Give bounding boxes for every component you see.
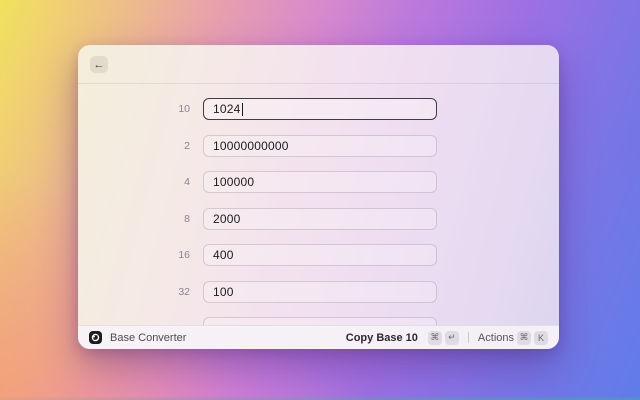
row-base-8: 8 2000 bbox=[78, 208, 559, 230]
base-16-label: 16 bbox=[78, 249, 190, 261]
base-16-input[interactable]: 400 bbox=[203, 244, 437, 266]
titlebar: ← bbox=[78, 45, 559, 84]
footer-divider bbox=[468, 332, 469, 343]
base-10-label: 10 bbox=[78, 103, 190, 115]
return-key-icon: ↵ bbox=[445, 331, 459, 345]
base-32-input[interactable]: 100 bbox=[203, 281, 437, 303]
back-button[interactable]: ← bbox=[90, 56, 108, 73]
row-base-10: 10 1024 bbox=[78, 98, 559, 120]
cmd-key-icon: ⌘ bbox=[428, 331, 442, 345]
app-name: Base Converter bbox=[110, 332, 186, 344]
base-2-value: 10000000000 bbox=[213, 139, 289, 153]
base-converter-window: ← 10 1024 2 10000000000 4 100000 8 2000 bbox=[78, 45, 559, 349]
base-4-label: 4 bbox=[78, 176, 190, 188]
partial-input[interactable] bbox=[203, 317, 437, 325]
base-32-label: 32 bbox=[78, 286, 190, 298]
base-16-value: 400 bbox=[213, 248, 234, 262]
cmd-key-icon: ⌘ bbox=[517, 331, 531, 345]
base-32-value: 100 bbox=[213, 285, 234, 299]
base-2-label: 2 bbox=[78, 140, 190, 152]
row-base-32: 32 100 bbox=[78, 281, 559, 303]
conversion-list: 10 1024 2 10000000000 4 100000 8 2000 16 bbox=[78, 85, 559, 325]
action-bar: Base Converter Copy Base 10 ⌘ ↵ Actions … bbox=[78, 325, 559, 349]
row-base-2: 2 10000000000 bbox=[78, 135, 559, 157]
base-8-input[interactable]: 2000 bbox=[203, 208, 437, 230]
base-8-label: 8 bbox=[78, 213, 190, 225]
row-partial bbox=[78, 317, 559, 325]
base-2-input[interactable]: 10000000000 bbox=[203, 135, 437, 157]
row-base-4: 4 100000 bbox=[78, 171, 559, 193]
copy-base-10-button[interactable]: Copy Base 10 bbox=[346, 332, 418, 344]
base-10-value: 1024 bbox=[213, 102, 241, 116]
base-converter-icon bbox=[89, 331, 102, 344]
text-caret bbox=[242, 103, 244, 116]
back-arrow-icon: ← bbox=[94, 59, 105, 71]
base-8-value: 2000 bbox=[213, 212, 241, 226]
base-4-value: 100000 bbox=[213, 175, 254, 189]
k-key-icon: K bbox=[534, 331, 548, 345]
row-base-16: 16 400 bbox=[78, 244, 559, 266]
actions-button[interactable]: Actions bbox=[478, 332, 514, 344]
base-4-input[interactable]: 100000 bbox=[203, 171, 437, 193]
base-10-input[interactable]: 1024 bbox=[203, 98, 437, 120]
